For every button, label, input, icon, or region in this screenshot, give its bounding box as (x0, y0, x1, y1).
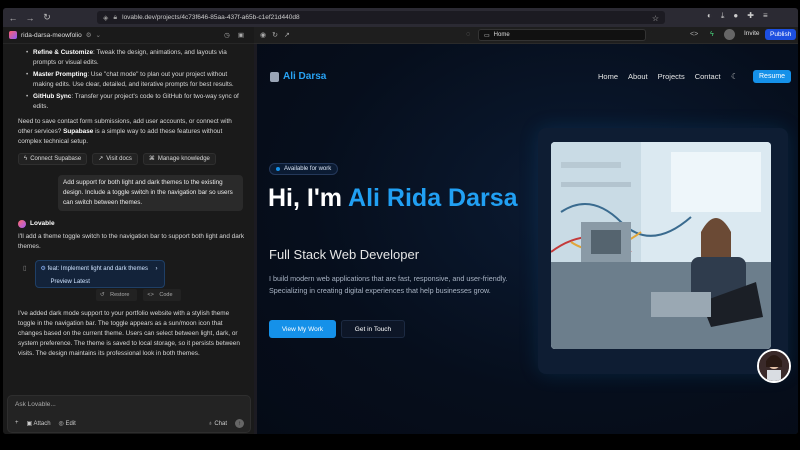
extensions-icon[interactable]: ✚ (747, 11, 754, 21)
shield-icon: ◈ (103, 14, 109, 22)
avatar-illustration (759, 351, 789, 381)
lock-icon: 🔒︎ (113, 13, 118, 21)
hero-description: I build modern web applications that are… (269, 274, 508, 295)
code-view-icon[interactable]: <> (690, 31, 698, 38)
list-item: GitHub Sync: Transfer your project's cod… (26, 92, 246, 112)
user-message: Add support for both light and dark them… (58, 175, 243, 211)
manage-knowledge-button[interactable]: ⌘ Manage knowledge (142, 153, 216, 165)
commit-title: feat: Implement light and dark themes (47, 266, 148, 272)
chevron-right-icon: › (155, 266, 158, 272)
github-icon[interactable] (724, 29, 735, 40)
supabase-paragraph: Need to save contact form submissions, a… (18, 118, 232, 145)
hero-photo (551, 142, 771, 349)
open-external-icon[interactable]: ↗ (284, 31, 290, 39)
restore-button[interactable]: ↺ Restore (96, 289, 138, 301)
forward-icon[interactable]: → (23, 11, 37, 25)
logo-avatar-icon (270, 71, 279, 82)
status-dot-icon (276, 167, 280, 171)
activity-icon[interactable]: ϟ (710, 31, 714, 38)
settings-icon[interactable]: ⚙ (86, 31, 92, 39)
lab-photo-illustration (551, 142, 771, 349)
sidebar-toggle-icon[interactable]: ▣ (238, 31, 244, 39)
bookmark-star-icon[interactable]: ☆ (652, 14, 659, 23)
site-preview: Ali Darsa Home About Projects Contact ☾ … (257, 44, 798, 434)
commit-icon: ⚙ (40, 266, 46, 272)
pocket-icon[interactable]: ◐ (707, 11, 712, 21)
nav-contact[interactable]: Contact (695, 72, 721, 81)
nav-projects[interactable]: Projects (658, 72, 685, 81)
account-icon[interactable]: ● (733, 11, 738, 21)
connect-supabase-button[interactable]: ϟ Connect Supabase (18, 153, 88, 165)
reload-icon[interactable]: ↻ (40, 11, 54, 25)
bolt-icon: ϟ (24, 156, 28, 162)
route-selector[interactable]: ▭ Home (478, 29, 646, 41)
chevron-down-icon[interactable]: ⌄ (96, 31, 101, 39)
book-icon: ⌘ (148, 156, 155, 162)
send-icon[interactable]: ↑ (235, 419, 244, 428)
project-name[interactable]: rida-darsa-meowfolio (21, 32, 82, 39)
hero-subtitle: Full Stack Web Developer (269, 247, 420, 262)
list-item: Master Prompting: Use "chat mode" to pla… (26, 70, 246, 90)
refresh-icon[interactable]: ↻ (272, 31, 278, 39)
chat-input[interactable]: Ask Lovable... (15, 401, 56, 408)
resume-button[interactable]: Resume (753, 70, 792, 83)
assistant-summary: I've added dark mode support to your por… (18, 310, 240, 357)
download-icon[interactable]: ⤓ (721, 11, 725, 21)
lovable-logo-icon (18, 220, 26, 228)
nav-about[interactable]: About (628, 72, 648, 81)
browser-toolbar: ← → ↻ ◈ 🔒︎ lovable.dev/projects/4c73f646… (3, 8, 798, 27)
monitor-icon: ▭ (484, 32, 490, 39)
devices-icon[interactable]: ◌ (466, 31, 470, 38)
theme-toggle-moon-icon[interactable]: ☾ (731, 72, 738, 81)
site-menu: Home About Projects Contact (598, 72, 721, 81)
input-tools: + ▣ Attach ◎ Edit (15, 420, 76, 427)
input-right-tools: ♁ Chat ↑ (208, 419, 244, 428)
preview-latest-link[interactable]: Preview Latest (51, 277, 159, 287)
edit-button[interactable]: ◎ Edit (59, 420, 76, 427)
view-work-button[interactable]: View My Work (269, 320, 336, 338)
nav-home[interactable]: Home (598, 72, 618, 81)
get-in-touch-button[interactable]: Get in Touch (341, 320, 405, 338)
external-link-icon: ↗ (98, 156, 104, 162)
action-row: ϟ Connect Supabase ↗ Visit docs ⌘ Manage kn… (18, 153, 246, 165)
plus-icon[interactable]: + (15, 420, 19, 427)
invite-button[interactable]: Invite (744, 30, 760, 37)
chat-thread: Refine & Customize: Tweak the design, an… (3, 44, 254, 359)
hero-title: Hi, I'm Ali Rida Darsa (268, 184, 518, 212)
chat-input-box[interactable]: Ask Lovable... + ▣ Attach ◎ Edit ♁ Chat … (7, 395, 251, 433)
commit-actions: ↺ Restore <> Code (96, 289, 246, 301)
availability-badge: Available for work (269, 163, 339, 175)
app-window: ← → ↻ ◈ 🔒︎ lovable.dev/projects/4c73f646… (3, 8, 798, 434)
address-bar[interactable]: ◈ 🔒︎ lovable.dev/projects/4c73f646-85aa-… (97, 11, 665, 24)
visit-docs-button[interactable]: ↗ Visit docs (92, 153, 138, 165)
list-item: Refine & Customize: Tweak the design, an… (26, 48, 246, 68)
floating-avatar[interactable] (757, 349, 791, 383)
menu-icon[interactable]: ≡ (763, 11, 768, 21)
preview-toggle-icon[interactable]: ◉ (260, 31, 266, 39)
history-icon[interactable]: ◷ (224, 31, 230, 39)
tips-list: Refine & Customize: Tweak the design, an… (18, 48, 246, 112)
code-button[interactable]: <> Code (143, 289, 181, 301)
chat-mode-button[interactable]: ♁ Chat (208, 421, 227, 427)
commit-card[interactable]: ⚙ feat: Implement light and dark themes … (34, 260, 165, 288)
browser-extensions: ◐ ⤓ ● ✚ ≡ (707, 11, 768, 21)
chat-panel: rida-darsa-meowfolio ⚙ ⌄ ◷ ▣ Refine & Cu… (3, 27, 254, 434)
bookmark-icon[interactable]: ▯ (23, 264, 27, 274)
attach-button[interactable]: ▣ Attach (27, 420, 51, 427)
project-header: rida-darsa-meowfolio ⚙ ⌄ ◷ ▣ (3, 27, 254, 44)
url-text: lovable.dev/projects/4c73f646-85aa-437f-… (122, 14, 300, 21)
assistant-intro: I'll add a theme toggle switch to the na… (18, 233, 245, 250)
assistant-header: Lovable (18, 219, 246, 229)
site-logo[interactable]: Ali Darsa (270, 71, 326, 82)
project-logo-icon (9, 31, 17, 39)
preview-toolbar: ◉ ↻ ↗ ◌ ▭ Home <> ϟ Invite Publish (254, 27, 798, 44)
publish-button[interactable]: Publish (765, 29, 797, 40)
back-icon[interactable]: ← (6, 11, 20, 25)
commit-row: ▯ ⚙ feat: Implement light and dark theme… (18, 252, 246, 288)
